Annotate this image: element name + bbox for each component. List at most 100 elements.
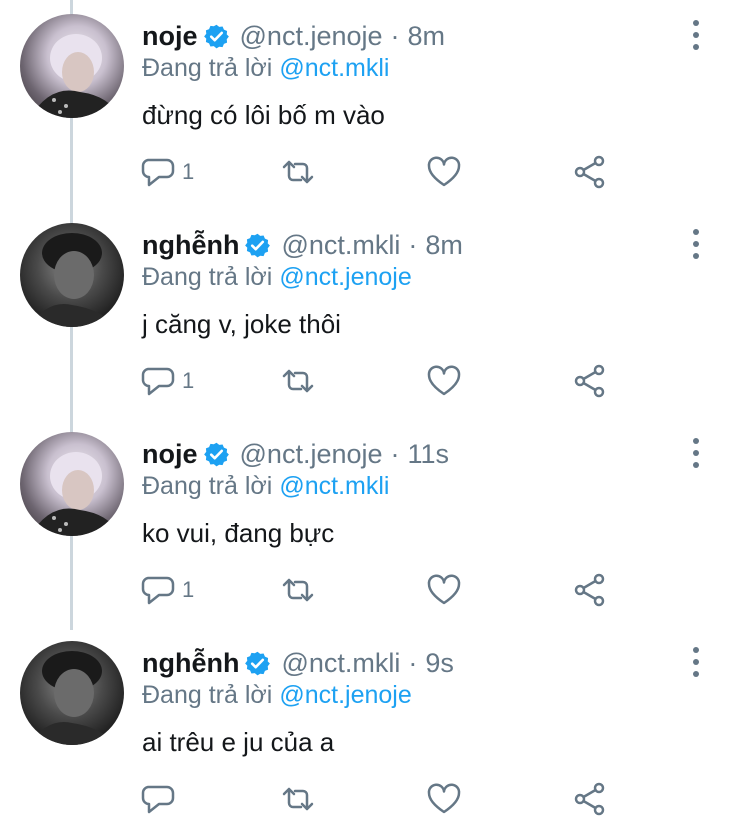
- avatar-image: [28, 233, 118, 327]
- share-nodes-icon: [574, 155, 605, 189]
- timestamp[interactable]: 11s: [408, 439, 450, 470]
- retweet-arrows-icon: [282, 160, 314, 184]
- like-button[interactable]: [426, 152, 462, 192]
- like-button[interactable]: [426, 361, 462, 401]
- like-button[interactable]: [426, 570, 462, 610]
- display-name[interactable]: nghễnh: [142, 230, 239, 261]
- timestamp[interactable]: 9s: [425, 648, 454, 679]
- retweet-button[interactable]: [280, 361, 316, 401]
- share-button[interactable]: [572, 570, 608, 610]
- verified-badge-icon: [203, 24, 229, 48]
- vertical-dots-icon: [693, 438, 699, 444]
- avatar[interactable]: [20, 641, 124, 745]
- replying-to-label: Đang trả lời: [142, 54, 273, 82]
- tweet-text: đừng có lôi bố m vào: [142, 100, 385, 130]
- heart-outline-icon: [427, 574, 461, 605]
- replying-to: Đang trả lời @nct.mkli: [142, 472, 389, 501]
- share-nodes-icon: [574, 782, 605, 816]
- replying-to-label: Đang trả lời: [142, 472, 273, 500]
- retweet-button[interactable]: [280, 152, 316, 192]
- retweet-arrows-icon: [282, 787, 314, 811]
- tweet-text: ai trêu e ju của a: [142, 727, 335, 757]
- tweet[interactable]: noje @nct.jenoje · 8m Đang trả lời @nct.m…: [0, 0, 750, 208]
- display-name[interactable]: noje: [142, 439, 198, 470]
- replying-to: Đang trả lời @nct.jenoje: [142, 681, 412, 710]
- reply-button[interactable]: [140, 779, 182, 819]
- user-handle[interactable]: @nct.jenoje: [240, 439, 383, 470]
- display-name[interactable]: noje: [142, 21, 198, 52]
- reply-count: 1: [182, 577, 195, 602]
- replying-to: Đang trả lời @nct.mkli: [142, 54, 389, 83]
- speech-bubble-icon: [141, 785, 175, 814]
- avatar[interactable]: [20, 223, 124, 327]
- reply-button[interactable]: 1: [140, 152, 194, 192]
- heart-outline-icon: [427, 783, 461, 814]
- verified-badge-icon: [245, 651, 271, 675]
- tweet-text: j căng v, joke thôi: [142, 309, 341, 339]
- mention-link[interactable]: @nct.jenoje: [279, 681, 411, 709]
- avatar[interactable]: [20, 432, 124, 536]
- heart-outline-icon: [427, 365, 461, 396]
- avatar-image: [30, 452, 120, 536]
- retweet-button[interactable]: [280, 779, 316, 819]
- verified-badge-icon: [203, 442, 229, 466]
- retweet-button[interactable]: [280, 570, 316, 610]
- mention-link[interactable]: @nct.mkli: [279, 472, 389, 500]
- more-options-button[interactable]: [681, 229, 711, 259]
- timestamp[interactable]: 8m: [408, 21, 446, 52]
- mention-link[interactable]: @nct.jenoje: [279, 263, 411, 291]
- timestamp[interactable]: 8m: [425, 230, 463, 261]
- separator-dot: ·: [390, 20, 400, 51]
- display-name[interactable]: nghễnh: [142, 648, 239, 679]
- tweet[interactable]: noje @nct.jenoje · 11s Đang trả lời @nct.…: [0, 418, 750, 626]
- heart-outline-icon: [427, 156, 461, 187]
- reply-thread: noje @nct.jenoje · 8m Đang trả lời @nct.m…: [0, 0, 750, 824]
- share-nodes-icon: [574, 573, 605, 607]
- vertical-dots-icon: [693, 20, 699, 26]
- avatar[interactable]: [20, 14, 124, 118]
- more-options-button[interactable]: [681, 438, 711, 468]
- tweet-text: ko vui, đang bực: [142, 518, 335, 548]
- reply-count: 1: [182, 159, 195, 184]
- mention-link[interactable]: @nct.mkli: [279, 54, 389, 82]
- separator-dot: ·: [408, 229, 418, 260]
- share-nodes-icon: [574, 364, 605, 398]
- tweet-header: noje @nct.jenoje · 8m: [142, 14, 445, 58]
- reply-button[interactable]: 1: [140, 570, 194, 610]
- more-options-button[interactable]: [681, 647, 711, 677]
- replying-to-label: Đang trả lời: [142, 263, 273, 291]
- tweet[interactable]: nghễnh @nct.mkli · 9s Đang trả lời @nct.j…: [0, 627, 750, 835]
- more-options-button[interactable]: [681, 20, 711, 50]
- separator-dot: ·: [390, 438, 400, 469]
- retweet-arrows-icon: [282, 369, 314, 393]
- user-handle[interactable]: @nct.jenoje: [240, 21, 383, 52]
- tweet-actions: 1: [140, 152, 620, 192]
- tweet-actions: 1: [140, 570, 620, 610]
- separator-dot: ·: [408, 647, 418, 678]
- reply-count: 1: [182, 368, 195, 393]
- avatar-image: [30, 34, 120, 118]
- tweet-actions: 1: [140, 361, 620, 401]
- replying-to: Đang trả lời @nct.jenoje: [142, 263, 412, 292]
- tweet-actions: [140, 779, 620, 819]
- user-handle[interactable]: @nct.mkli: [281, 230, 400, 261]
- share-button[interactable]: [572, 361, 608, 401]
- speech-bubble-icon: [141, 158, 175, 187]
- vertical-dots-icon: [693, 647, 699, 653]
- vertical-dots-icon: [693, 229, 699, 235]
- retweet-arrows-icon: [282, 578, 314, 602]
- tweet-header: nghễnh @nct.mkli · 8m: [142, 223, 463, 267]
- speech-bubble-icon: [141, 576, 175, 605]
- like-button[interactable]: [426, 779, 462, 819]
- verified-badge-icon: [245, 233, 271, 257]
- speech-bubble-icon: [141, 367, 175, 396]
- replying-to-label: Đang trả lời: [142, 681, 273, 709]
- share-button[interactable]: [572, 779, 608, 819]
- user-handle[interactable]: @nct.mkli: [281, 648, 400, 679]
- avatar-image: [28, 651, 118, 745]
- tweet-header: noje @nct.jenoje · 11s: [142, 432, 449, 476]
- reply-button[interactable]: 1: [140, 361, 194, 401]
- share-button[interactable]: [572, 152, 608, 192]
- tweet-header: nghễnh @nct.mkli · 9s: [142, 641, 454, 685]
- tweet[interactable]: nghễnh @nct.mkli · 8m Đang trả lời @nct.j…: [0, 209, 750, 417]
